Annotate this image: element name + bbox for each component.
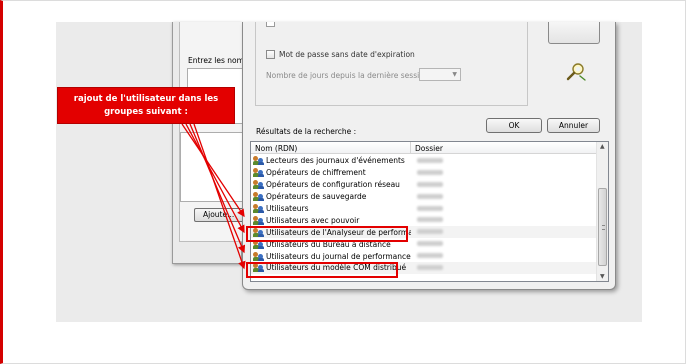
annotation-callout: rajout de l'utilisateur dans les groupes… [57,87,235,124]
days-since-session-select[interactable]: ▼ [419,68,461,81]
scroll-down-icon[interactable]: ▼ [600,273,605,280]
folder-value-blurred [417,169,443,175]
folder-value-blurred [417,265,443,271]
results-header: Nom (RDN) Dossier [251,142,597,154]
group-name: Utilisateurs avec pouvoir [266,215,360,225]
common-queries-group [255,22,528,106]
group-icon [253,180,264,190]
enter-names-label: Entrez les noms [188,56,248,65]
folder-value-blurred [417,241,443,247]
ok-button[interactable]: OK [486,118,542,133]
days-since-session-label: Nombre de jours depuis la dernière sessi… [266,71,434,80]
group-icon [253,168,264,178]
folder-value-blurred [417,193,443,199]
column-header-name[interactable]: Nom (RDN) [255,144,297,153]
scrollbar-thumb[interactable] [598,188,607,266]
search-results-label: Résultats de la recherche : [256,127,357,136]
columns-button-partial[interactable] [548,22,600,44]
group-name: Opérateurs de sauvegarde [266,192,367,202]
group-name: Lecteurs des journaux d'événements [266,156,405,166]
no-expire-password-option[interactable]: Mot de passe sans date d'expiration [266,50,415,59]
search-results-list[interactable]: Nom (RDN) Dossier Lecteurs des journaux … [250,141,609,282]
results-rows: Lecteurs des journaux d'événements Opéra… [251,155,597,274]
folder-value-blurred [417,217,443,223]
group-name: Opérateurs de configuration réseau [266,180,400,190]
no-expire-password-label: Mot de passe sans date d'expiration [279,50,415,59]
column-separator[interactable] [410,142,411,154]
checkbox-partial[interactable] [266,22,275,27]
results-scrollbar[interactable]: ▲ ▼ [596,142,608,281]
list-item[interactable]: Opérateurs de chiffrement [251,167,597,179]
group-icon [253,215,264,225]
scroll-up-icon[interactable]: ▲ [600,143,605,150]
list-item[interactable]: Utilisateurs du journal de performances [251,250,597,262]
folder-value-blurred [417,181,443,187]
folder-value-blurred [417,158,443,163]
list-item[interactable]: Utilisateurs [251,203,597,215]
folder-value-blurred [417,229,443,235]
list-item[interactable]: Opérateurs de sauvegarde [251,191,597,203]
group-icon [253,192,264,202]
highlight-box-performance-analyzer [246,226,408,242]
highlight-box-com-model [246,262,398,278]
group-icon [253,251,264,261]
list-item[interactable]: Opérateurs de configuration réseau [251,179,597,191]
folder-value-blurred [417,253,443,259]
cancel-button[interactable]: Annuler [547,118,600,133]
group-name: Utilisateurs du journal de performances [266,251,411,261]
list-item[interactable]: Utilisateurs avec pouvoir [251,214,597,226]
group-icon [253,156,264,166]
dropdown-arrow-icon: ▼ [452,71,457,78]
callout-line-1: rajout de l'utilisateur dans les [73,94,219,104]
find-icon[interactable] [565,62,587,82]
group-name: Utilisateurs [266,204,309,213]
no-expire-password-checkbox[interactable] [266,50,275,59]
add-button[interactable]: Ajoute... [194,208,242,222]
group-icon [253,204,264,213]
back-dialog-field[interactable] [180,132,242,202]
list-item[interactable]: Lecteurs des journaux d'événements [251,155,597,167]
group-name: Opérateurs de chiffrement [266,168,366,178]
column-header-folder[interactable]: Dossier [415,144,443,153]
folder-value-blurred [417,205,443,211]
callout-line-2: groupes suivant : [104,107,188,117]
